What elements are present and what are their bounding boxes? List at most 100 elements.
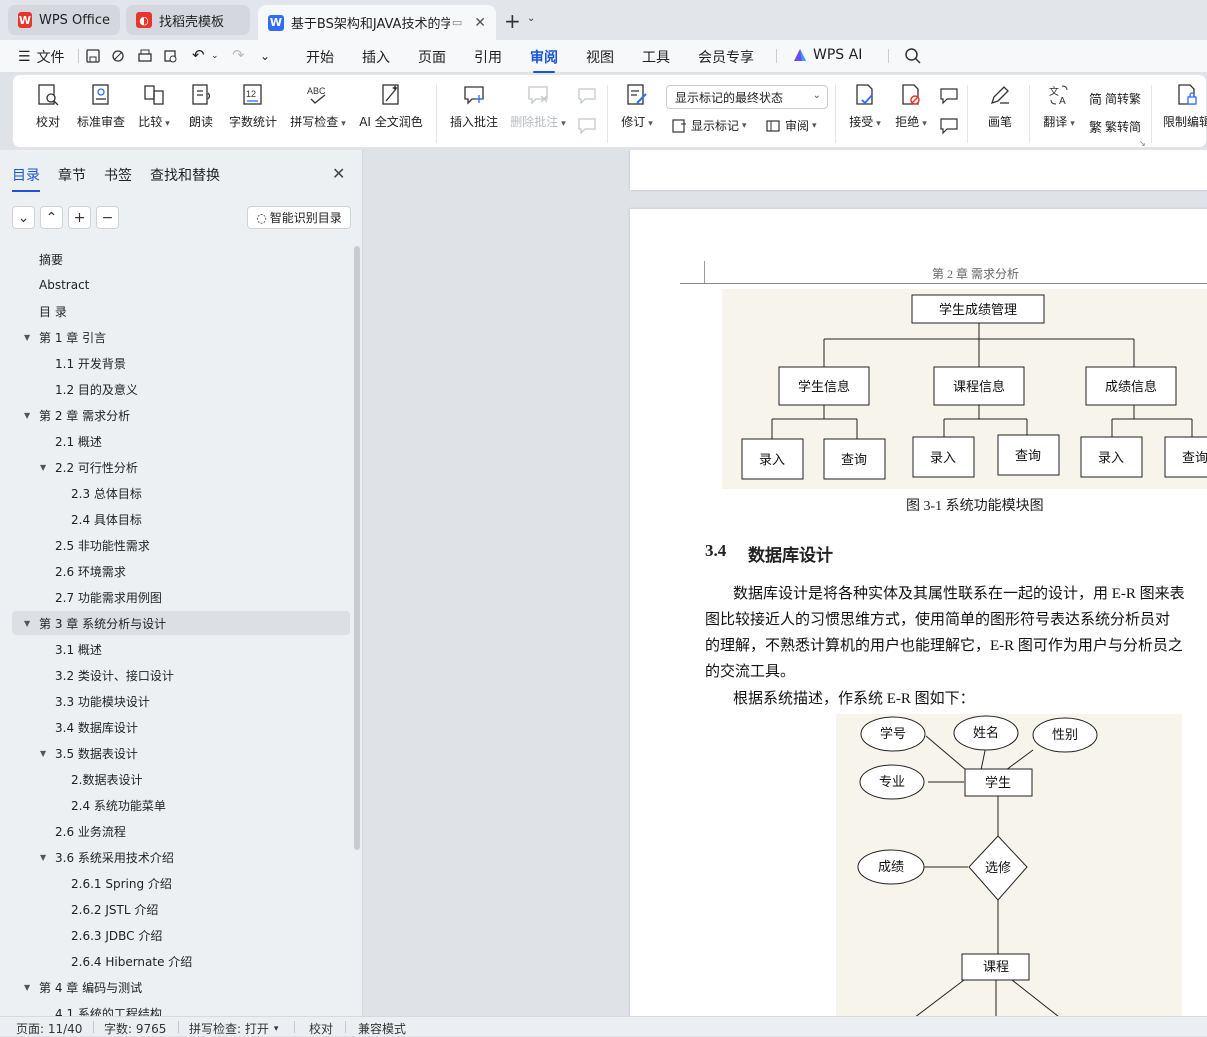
collapse-up-icon[interactable]: ⌃ <box>40 206 63 229</box>
sidebar-scrollbar[interactable] <box>354 246 360 850</box>
standard-review-button[interactable]: 标准审查 <box>75 83 127 130</box>
toc-item[interactable]: 2.6 业务流程 <box>0 819 352 843</box>
proof-button[interactable]: 校对 <box>33 83 63 130</box>
toc-item[interactable]: 3.3 功能模块设计 <box>0 689 352 713</box>
tab-toc[interactable]: 目录 <box>12 165 40 192</box>
toc-item[interactable]: 2.1 概述 <box>0 429 352 453</box>
display-mode-select[interactable]: 显示标记的最终状态 ⌄ <box>666 85 828 109</box>
word-count-button[interactable]: 12 字数统计 <box>227 83 279 130</box>
to-traditional-button[interactable]: 简 简转繁 <box>1089 89 1141 108</box>
menu-references[interactable]: 引用 <box>474 47 502 67</box>
expand-all-icon[interactable]: ⌄ <box>12 206 35 229</box>
toc-item[interactable]: 2.6.4 Hibernate 介绍 <box>0 949 352 973</box>
menu-view[interactable]: 视图 <box>586 47 614 67</box>
previous-comment-icon[interactable] <box>577 87 597 105</box>
tab-document[interactable]: W 基于BS架构和JAVA技术的学 ▭ ✕ <box>258 5 496 40</box>
tab-bookmarks[interactable]: 书签 <box>104 165 132 185</box>
tab-list-chevron-icon[interactable]: ⌄ <box>527 13 535 24</box>
toc-item[interactable]: 2.6 环境需求 <box>0 559 352 583</box>
new-tab-icon[interactable]: + <box>504 9 521 33</box>
revise-button[interactable]: 修订 ▾ <box>619 83 655 130</box>
toc-item[interactable]: ▼ 第 3 章 系统分析与设计 <box>12 611 350 635</box>
review-pane-button[interactable]: 审阅 ▾ <box>765 117 817 134</box>
show-marks-button[interactable]: 显示标记 ▾ <box>671 117 747 134</box>
search-icon[interactable] <box>904 47 922 65</box>
undo-dropdown-icon[interactable]: ⌄ <box>211 51 219 61</box>
toc-item[interactable]: 2.4 具体目标 <box>0 507 352 531</box>
menu-page[interactable]: 页面 <box>418 47 446 67</box>
expand-triangle-icon[interactable]: ▼ <box>40 463 46 472</box>
toc-item[interactable]: 3.1 概述 <box>0 637 352 661</box>
word-count-indicator[interactable]: 字数: 9765 <box>104 1020 166 1037</box>
expand-triangle-icon[interactable]: ▼ <box>40 853 46 862</box>
toc-item[interactable]: 2.3 总体目标 <box>0 481 352 505</box>
more-chevron-icon[interactable]: ⌄ <box>260 49 270 63</box>
tab-find-replace[interactable]: 查找和替换 <box>150 165 220 185</box>
toc-item[interactable]: 1.1 开发背景 <box>0 351 352 375</box>
expand-triangle-icon[interactable]: ▼ <box>24 411 30 420</box>
redo-icon[interactable]: ↷ <box>232 46 245 64</box>
toc-item[interactable]: 2.数据表设计 <box>0 767 352 791</box>
menu-review[interactable]: 审阅 <box>530 47 558 73</box>
smart-toc-button[interactable]: ◌ 智能识别目录 <box>247 206 351 229</box>
menu-tools[interactable]: 工具 <box>642 47 670 67</box>
toc-item[interactable]: 2.4 系统功能菜单 <box>0 793 352 817</box>
toc-item[interactable]: 2.6.3 JDBC 介绍 <box>0 923 352 947</box>
expand-triangle-icon[interactable]: ▼ <box>24 333 30 342</box>
page-indicator[interactable]: 页面: 11/40 <box>16 1020 82 1037</box>
toc-item[interactable]: 3.4 数据库设计 <box>0 715 352 739</box>
next-change-icon[interactable] <box>939 117 959 135</box>
previous-change-icon[interactable] <box>939 87 959 105</box>
file-menu[interactable]: ☰ 文件 <box>18 47 65 67</box>
toc-item[interactable]: 2.6.2 JSTL 介绍 <box>0 897 352 921</box>
toc-item[interactable]: 2.7 功能需求用例图 <box>0 585 352 609</box>
toc-item[interactable]: 2.6.1 Spring 介绍 <box>0 871 352 895</box>
delete-comment-button[interactable]: 删除批注 ▾ <box>509 83 567 130</box>
dialog-launcher-icon[interactable]: ↘ <box>1139 139 1146 148</box>
proof-indicator[interactable]: 校对 <box>309 1020 333 1037</box>
menu-insert[interactable]: 插入 <box>362 47 390 67</box>
accept-button[interactable]: 接受 ▾ <box>847 83 883 130</box>
to-simplified-button[interactable]: 繁 繁转简 <box>1089 117 1141 136</box>
restrict-editing-button[interactable]: 限制编辑 <box>1161 83 1207 130</box>
toc-item[interactable]: Abstract <box>0 273 352 297</box>
toc-item[interactable]: 摘要 <box>0 247 352 271</box>
save-icon[interactable] <box>85 48 101 64</box>
close-pane-icon[interactable]: ✕ <box>332 164 345 183</box>
toc-item[interactable]: ▼ 3.6 系统采用技术介绍 <box>0 845 352 869</box>
add-heading-icon[interactable]: + <box>68 206 91 229</box>
expand-triangle-icon[interactable]: ▼ <box>24 619 30 628</box>
tab-wps-office[interactable]: W WPS Office <box>8 5 120 35</box>
insert-comment-button[interactable]: 插入批注 <box>449 83 499 130</box>
toc-item[interactable]: ▼ 3.5 数据表设计 <box>0 741 352 765</box>
expand-triangle-icon[interactable]: ▼ <box>40 749 46 758</box>
next-comment-icon[interactable] <box>577 117 597 135</box>
toc-item[interactable]: ▼ 2.2 可行性分析 <box>0 455 352 479</box>
tab-chapters[interactable]: 章节 <box>58 165 86 185</box>
toc-item[interactable]: ▼ 第 2 章 需求分析 <box>0 403 352 427</box>
close-tab-icon[interactable]: ✕ <box>474 15 486 31</box>
menu-wps-ai[interactable]: WPS AI <box>792 47 862 63</box>
translate-button[interactable]: 文A 翻译 ▾ <box>1041 83 1077 130</box>
read-aloud-button[interactable]: 朗读 <box>187 83 215 130</box>
toc-item[interactable]: ▼ 第 4 章 编码与测试 <box>0 975 352 999</box>
ai-polish-button[interactable]: AI 全文润色 <box>359 83 423 130</box>
tab-template[interactable]: ◐ 找稻壳模板 <box>126 5 250 35</box>
print-icon[interactable] <box>136 48 154 64</box>
reject-button[interactable]: 拒绝 ▾ <box>893 83 929 130</box>
toc-item[interactable]: 目 录 <box>0 299 352 323</box>
remove-heading-icon[interactable]: − <box>96 206 119 229</box>
toc-item[interactable]: ▼ 第 1 章 引言 <box>0 325 352 349</box>
compare-button[interactable]: 比较 ▾ <box>135 83 173 130</box>
expand-triangle-icon[interactable]: ▼ <box>24 983 30 992</box>
undo-icon[interactable]: ↶ <box>192 46 205 64</box>
print-preview-icon[interactable] <box>162 48 180 64</box>
pen-button[interactable]: 画笔 <box>985 83 1015 130</box>
export-icon[interactable] <box>110 48 126 64</box>
spell-check-indicator[interactable]: 拼写检查: 打开 ▾ <box>189 1020 278 1037</box>
toc-item[interactable]: 1.2 目的及意义 <box>0 377 352 401</box>
menu-member[interactable]: 会员专享 <box>698 47 754 67</box>
menu-home[interactable]: 开始 <box>306 47 334 67</box>
spell-check-button[interactable]: ABC 拼写检查 ▾ <box>289 83 347 130</box>
toc-item[interactable]: 3.2 类设计、接口设计 <box>0 663 352 687</box>
